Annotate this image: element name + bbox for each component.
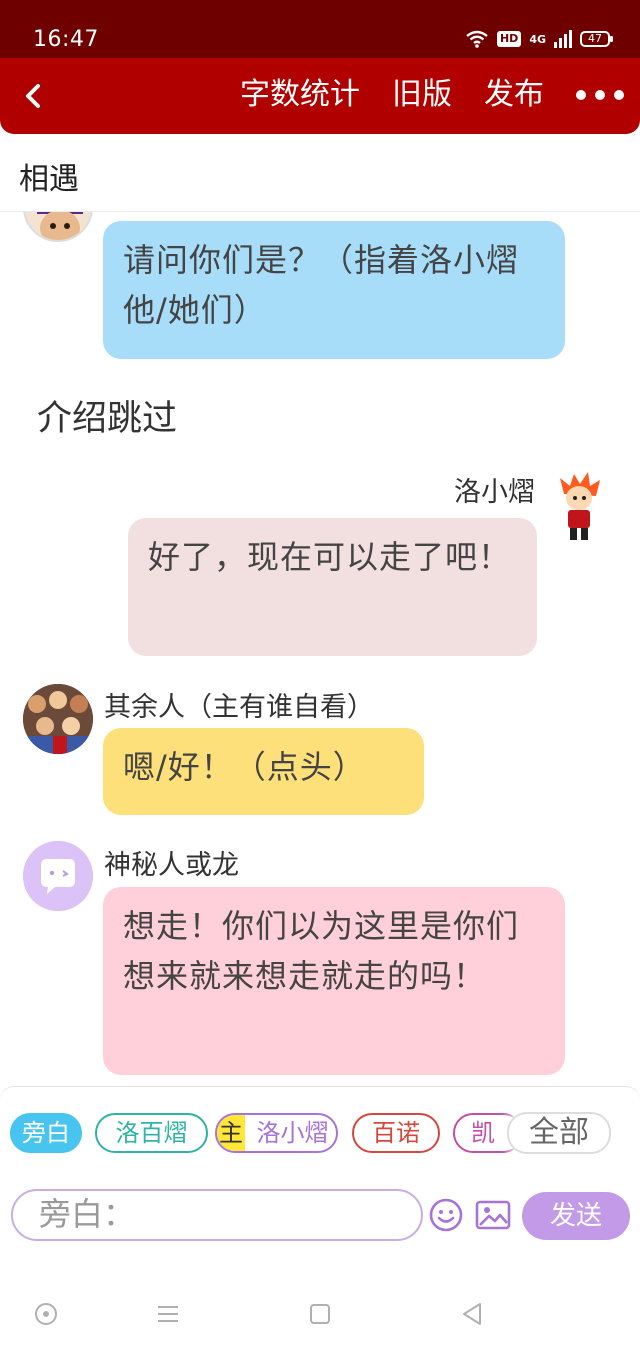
avatar[interactable] (23, 212, 93, 242)
send-button[interactable]: 发送 (522, 1192, 630, 1240)
role-chip-narrator[interactable]: 旁白 (10, 1113, 82, 1153)
avatar[interactable] (23, 684, 93, 754)
chat-list[interactable]: 请问你们是？（指着洛小熠他/她们） 介绍跳过 洛小熠 好了，现在可以走了吧！ 其… (0, 212, 640, 1087)
signal-icon (554, 30, 572, 48)
more-dot-icon (614, 90, 624, 100)
message-bubble[interactable]: 嗯/好！（点头） (103, 728, 424, 815)
message-input[interactable]: 旁白： (11, 1189, 423, 1241)
group-avatar-icon (23, 684, 93, 754)
status-bar: 16:47 HD 4G 47 (0, 0, 640, 58)
more-menu-button[interactable] (576, 73, 624, 117)
role-chip-main[interactable]: 主 洛小熠 (215, 1113, 338, 1153)
old-version-button[interactable]: 旧版 (392, 73, 452, 117)
image-icon[interactable] (474, 1197, 512, 1233)
speaker-name: 其余人（主有谁自看） (104, 692, 374, 723)
message-bubble[interactable]: 好了，现在可以走了吧！ (128, 518, 537, 656)
wifi-icon (466, 30, 488, 48)
assistant-icon[interactable] (32, 1300, 60, 1328)
system-nav-bar (0, 1242, 640, 1351)
role-chip[interactable]: 洛百熠 (95, 1113, 208, 1153)
avatar[interactable] (556, 472, 602, 546)
all-roles-button[interactable]: 全部 (507, 1112, 611, 1154)
chapter-title-bar: 相遇 (0, 134, 640, 212)
message-bubble[interactable]: 想走！你们以为这里是你们想来就来想走就走的吗！ (103, 887, 565, 1075)
role-chip-label: 洛小熠 (256, 1119, 329, 1147)
speaker-name: 洛小熠 (454, 477, 535, 508)
back-button[interactable] (18, 78, 48, 114)
chevron-left-icon (26, 84, 40, 108)
input-row: 旁白： 发送 (0, 1187, 640, 1243)
role-chip-row[interactable]: 旁白 洛百熠 主 洛小熠 百诺 凯 全部 (10, 1112, 630, 1155)
avatar[interactable] (23, 841, 93, 911)
chat-bubble-icon (23, 841, 93, 911)
home-icon[interactable] (306, 1300, 334, 1328)
emoji-icon[interactable] (428, 1197, 464, 1233)
app-bar-menu: 字数统计 旧版 发布 (240, 73, 624, 117)
chapter-title: 相遇 (19, 162, 79, 197)
role-chip[interactable]: 百诺 (352, 1113, 440, 1153)
status-time: 16:47 (33, 27, 99, 52)
narration-text[interactable]: 介绍跳过 (37, 390, 177, 441)
message-bubble[interactable]: 请问你们是？（指着洛小熠他/她们） (103, 221, 565, 359)
more-dot-icon (576, 90, 586, 100)
status-icons: HD 4G 47 (465, 27, 613, 51)
character-avatar-icon (25, 212, 91, 240)
word-count-button[interactable]: 字数统计 (240, 73, 360, 117)
more-dot-icon (595, 90, 605, 100)
character-avatar-icon (560, 472, 600, 545)
hd-badge: HD (496, 31, 522, 47)
composer-panel: 旁白 洛百熠 主 洛小熠 百诺 凯 全部 旁白： 发送 (0, 1086, 640, 1242)
menu-icon[interactable] (154, 1300, 182, 1328)
speaker-name: 神秘人或龙 (104, 850, 239, 881)
main-role-tag: 主 (217, 1115, 245, 1151)
battery-icon: 47 (580, 31, 613, 47)
back-nav-icon[interactable] (458, 1300, 486, 1328)
network-label: 4G (529, 32, 546, 46)
publish-button[interactable]: 发布 (484, 73, 544, 117)
app-bar: 字数统计 旧版 发布 (0, 58, 640, 134)
